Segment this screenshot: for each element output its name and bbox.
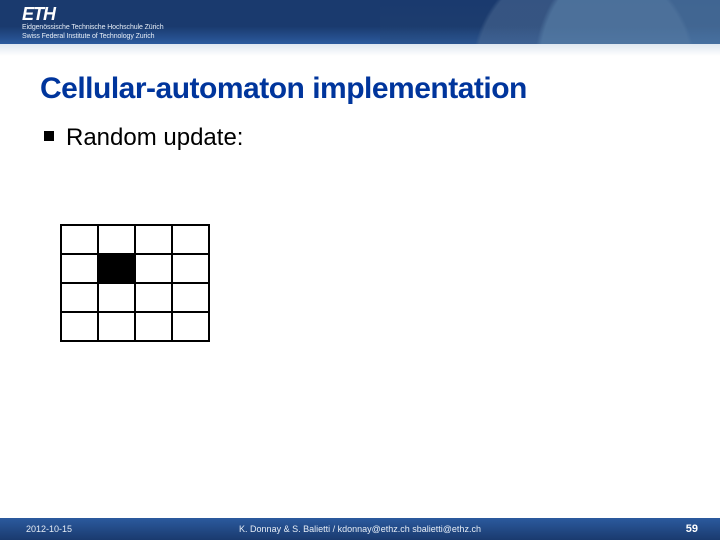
cell-0-3 <box>172 225 209 254</box>
cell-2-2 <box>135 283 172 312</box>
cell-0-1 <box>98 225 135 254</box>
eth-subtitle-en: Swiss Federal Institute of Technology Zu… <box>22 33 154 40</box>
cell-1-1-filled <box>98 254 135 283</box>
eth-subtitle-de: Eidgenössische Technische Hochschule Zür… <box>22 24 163 31</box>
eth-logo: ETH <box>22 4 55 25</box>
cell-1-3 <box>172 254 209 283</box>
cell-2-1 <box>98 283 135 312</box>
cell-2-0 <box>61 283 98 312</box>
footer-page-number: 59 <box>686 523 698 535</box>
cell-3-0 <box>61 312 98 341</box>
cell-0-2 <box>135 225 172 254</box>
bullet-marker <box>44 131 54 141</box>
footer-bar: 2012-10-15 K. Donnay & S. Balietti / kdo… <box>0 518 720 540</box>
bullet-text: Random update: <box>66 124 243 152</box>
cell-2-3 <box>172 283 209 312</box>
cell-3-2 <box>135 312 172 341</box>
grid-table <box>60 224 210 342</box>
slide-root: ETH Eidgenössische Technische Hochschule… <box>0 0 720 540</box>
slide-title: Cellular-automaton implementation <box>40 72 527 106</box>
cell-1-2 <box>135 254 172 283</box>
automaton-grid <box>60 224 208 342</box>
header-band: ETH Eidgenössische Technische Hochschule… <box>0 0 720 44</box>
cell-3-1 <box>98 312 135 341</box>
footer-authors: K. Donnay & S. Balietti / kdonnay@ethz.c… <box>0 524 720 534</box>
cell-1-0 <box>61 254 98 283</box>
bullet-row: Random update: <box>44 124 243 152</box>
cell-3-3 <box>172 312 209 341</box>
cell-0-0 <box>61 225 98 254</box>
header-gradient-strip <box>0 44 720 56</box>
